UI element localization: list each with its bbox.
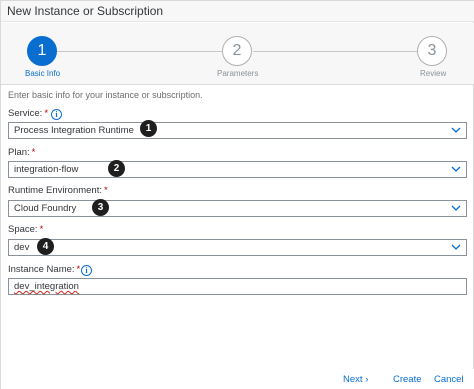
runtime-environment-label: Runtime Environment: * [8, 185, 108, 196]
wizard-step-1[interactable]: 1 [27, 36, 57, 66]
dialog-footer: Next › Create Cancel [1, 369, 474, 389]
step-badge-2: 2 [108, 160, 125, 177]
form-intro-text: Enter basic info for your instance or su… [8, 90, 203, 100]
required-marker: * [103, 185, 108, 196]
required-marker: * [39, 224, 44, 235]
wizard-step-1-label: Basic Info [25, 69, 61, 78]
instance-name-input-value: dev_integration [14, 281, 79, 292]
next-button[interactable]: Next › [343, 374, 368, 385]
chevron-down-icon[interactable] [451, 243, 461, 251]
info-icon[interactable]: i [51, 109, 62, 120]
runtime-environment-select-value: Cloud Foundry [14, 203, 77, 214]
wizard-step-2[interactable]: 2 [222, 36, 252, 66]
space-label: Space: * [8, 224, 44, 235]
instance-name-label: Instance Name: * [8, 264, 81, 275]
plan-label: Plan: * [8, 147, 36, 158]
step-badge-4: 4 [37, 238, 54, 255]
new-instance-dialog: New Instance or Subscription 1 Basic Inf… [0, 0, 474, 389]
runtime-environment-select[interactable]: Cloud Foundry [8, 200, 467, 217]
dialog-header: New Instance or Subscription [1, 1, 474, 22]
chevron-down-icon[interactable] [451, 126, 461, 134]
chevron-down-icon[interactable] [451, 165, 461, 173]
wizard-connector [253, 51, 417, 52]
space-select-value: dev [14, 242, 30, 253]
wizard-progress: 1 Basic Info 2 Parameters 3 Review [1, 23, 474, 85]
space-select[interactable]: dev [8, 239, 467, 256]
dialog-title: New Instance or Subscription [7, 4, 164, 18]
step-badge-1: 1 [140, 120, 157, 137]
step-badge-3: 3 [92, 199, 109, 216]
wizard-connector [57, 51, 222, 52]
plan-select[interactable]: integration-flow [8, 161, 467, 178]
wizard-step-2-label: Parameters [217, 69, 259, 78]
wizard-step-3[interactable]: 3 [417, 36, 447, 66]
required-marker: * [76, 264, 81, 275]
required-marker: * [44, 108, 49, 119]
instance-name-input[interactable]: dev_integration [8, 278, 467, 295]
chevron-right-icon: › [365, 374, 369, 385]
required-marker: * [31, 147, 36, 158]
wizard-step-3-label: Review [420, 69, 447, 78]
chevron-down-icon[interactable] [451, 204, 461, 212]
service-label: Service: * [8, 108, 49, 119]
create-button[interactable]: Create [393, 374, 422, 385]
service-select[interactable]: Process Integration Runtime [8, 122, 467, 139]
info-icon[interactable]: i [81, 265, 92, 276]
service-select-value: Process Integration Runtime [14, 125, 134, 136]
cancel-button[interactable]: Cancel [434, 374, 464, 385]
plan-select-value: integration-flow [14, 164, 79, 175]
